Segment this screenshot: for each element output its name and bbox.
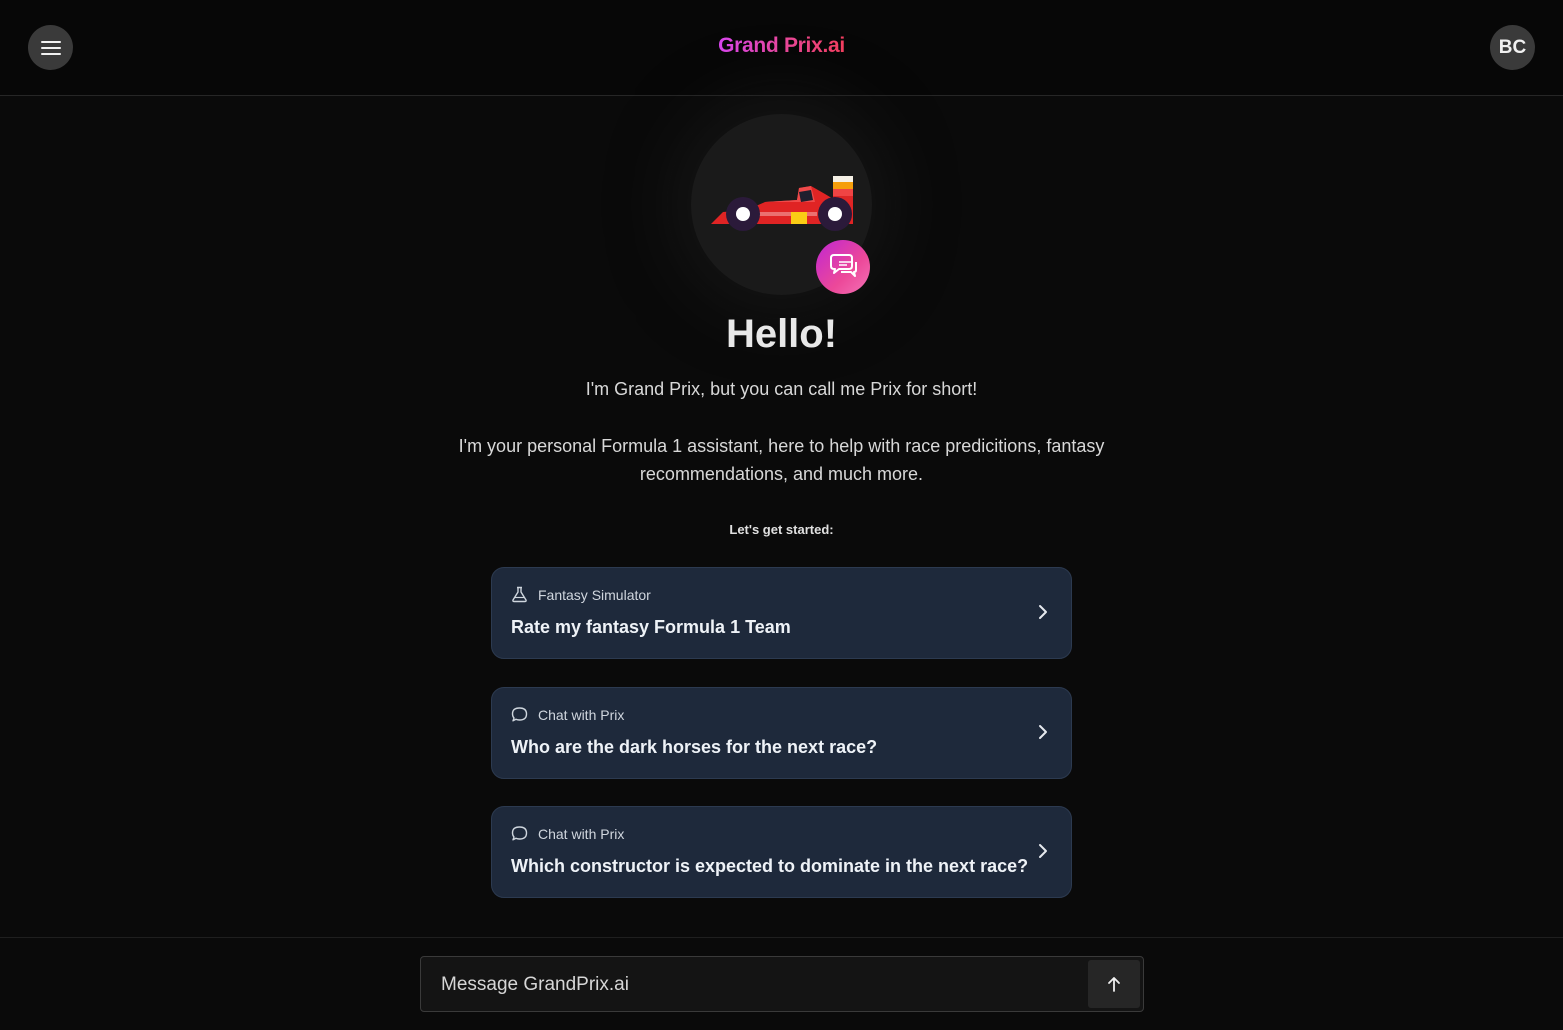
suggestion-card-constructor[interactable]: Chat with Prix Which constructor is expe… <box>491 806 1072 898</box>
brand-logo[interactable]: Grand Prix.ai <box>0 34 1563 58</box>
card-category-label: Chat with Prix <box>538 706 625 723</box>
chevron-right-icon <box>1039 605 1047 619</box>
card-category-label: Fantasy Simulator <box>538 586 651 603</box>
intro-text: I'm Grand Prix, but you can call me Prix… <box>585 379 978 399</box>
race-car-icon <box>711 176 853 231</box>
card-category: Chat with Prix <box>511 825 624 842</box>
send-button[interactable] <box>1088 960 1140 1008</box>
card-category: Fantasy Simulator <box>511 586 651 603</box>
arrow-up-icon <box>1108 977 1120 992</box>
user-avatar[interactable]: BC <box>1490 25 1535 70</box>
chat-bubble-icon <box>511 707 528 722</box>
greeting-heading: Hello! <box>725 312 838 356</box>
chat-bubble-icon <box>511 826 528 841</box>
chat-bubbles-icon <box>830 254 857 277</box>
message-input[interactable] <box>439 957 1083 1013</box>
chevron-right-icon <box>1039 725 1047 739</box>
top-bar: Grand Prix.ai BC <box>0 0 1563 96</box>
suggestion-card-dark-horses[interactable]: Chat with Prix Who are the dark horses f… <box>491 687 1072 779</box>
card-question: Who are the dark horses for the next rac… <box>511 737 878 757</box>
card-question: Rate my fantasy Formula 1 Team <box>511 617 791 637</box>
suggestion-card-fantasy-simulator[interactable]: Fantasy Simulator Rate my fantasy Formul… <box>491 567 1072 659</box>
chevron-right-icon <box>1039 844 1047 858</box>
card-category: Chat with Prix <box>511 706 624 723</box>
chat-badge <box>816 240 870 294</box>
flask-icon <box>512 586 527 603</box>
card-category-label: Chat with Prix <box>538 825 625 842</box>
card-question: Which constructor is expected to dominat… <box>511 856 1029 876</box>
get-started-heading: Let's get started: <box>729 522 834 537</box>
assistant-description: I'm your personal Formula 1 assistant, h… <box>458 436 1105 484</box>
message-composer <box>420 956 1144 1013</box>
